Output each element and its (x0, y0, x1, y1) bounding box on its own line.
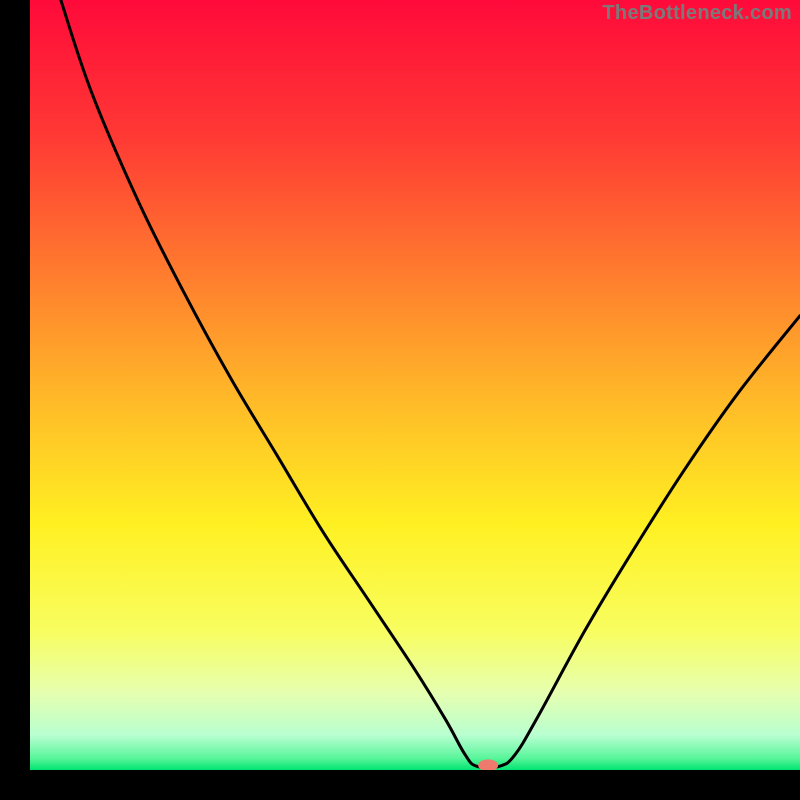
chart-svg (30, 0, 800, 770)
plot-area (30, 0, 800, 770)
chart-stage: TheBottleneck.com (0, 0, 800, 800)
gradient-background (30, 0, 800, 770)
